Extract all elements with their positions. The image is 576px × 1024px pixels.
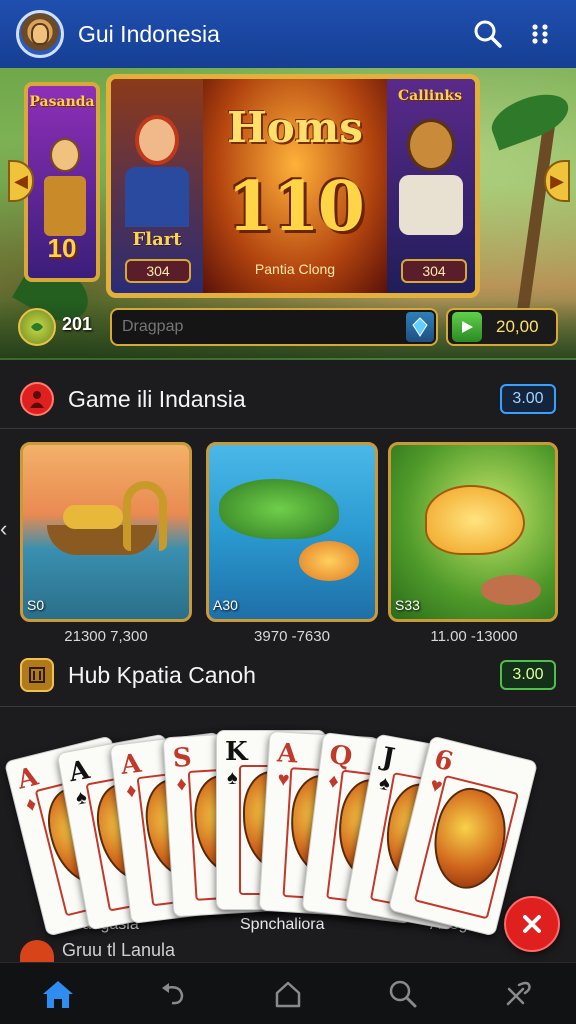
hero-title: Homs [227, 103, 363, 152]
game-tag: S33 [395, 597, 420, 613]
app-header: Gui Indonesia [0, 0, 576, 68]
orange-fish-icon [299, 541, 359, 581]
card-rank: Q [327, 740, 354, 773]
section-badge: 3.00 [500, 660, 556, 690]
card-suit-icon: ♠ [227, 767, 238, 789]
tiger-character-icon [407, 119, 455, 171]
nav-search[interactable] [375, 970, 431, 1018]
banner-next-button[interactable]: ▶ [544, 160, 570, 202]
card-suit-icon: ♦ [124, 779, 138, 803]
rock-icon [481, 575, 541, 605]
section-header-games[interactable]: Game ili Indansia 3.00 [0, 370, 576, 428]
home-icon [42, 980, 73, 1008]
character-body [44, 176, 86, 236]
green-fish-icon [219, 479, 339, 539]
gold-horn-icon [123, 481, 167, 551]
left-card-title: Pasanda [29, 94, 95, 110]
tools-icon [507, 981, 532, 1005]
card-rank: 6 [431, 744, 457, 778]
house-icon [275, 981, 301, 1007]
card-rank: S [172, 742, 193, 774]
coin-balance: 201 [62, 314, 93, 334]
divider [0, 706, 576, 707]
game-card-3[interactable]: S33 [388, 442, 558, 622]
section-title: Hub Kpatia Canoh [68, 661, 256, 688]
more-icon [532, 24, 548, 44]
search-icon [389, 980, 417, 1007]
card-rank: A [14, 761, 42, 796]
hero-left-pill: 304 [125, 259, 191, 283]
game-tag: S0 [27, 597, 45, 613]
search-button[interactable] [468, 14, 508, 54]
hero-right-pill: 304 [401, 259, 467, 283]
close-fab-button[interactable] [504, 896, 560, 952]
next-section-title: Gruu tl Lanula [62, 940, 176, 960]
section-header-cards[interactable]: Hub Kpatia Canoh 3.00 [0, 646, 576, 704]
card-rank: J [379, 742, 398, 774]
card-suit-icon: ♥ [276, 768, 291, 792]
nav-tools[interactable] [490, 970, 546, 1018]
card-rank: A [276, 738, 299, 770]
right-card-title: Callinks [398, 88, 462, 104]
temple-icon [20, 658, 54, 692]
gem-button[interactable] [406, 312, 434, 342]
person-icon [20, 382, 54, 416]
game-range: 3970 -7630 [254, 628, 330, 645]
play-balance-box[interactable]: 20,00 [446, 308, 558, 346]
game-range: 11.00 -13000 [430, 628, 518, 645]
more-button[interactable] [520, 14, 560, 54]
hero-left-label: Flart [132, 229, 182, 250]
nav-house[interactable] [260, 970, 316, 1018]
character-body [399, 175, 463, 235]
banner-search-box[interactable] [110, 308, 438, 346]
nav-back[interactable] [145, 970, 201, 1018]
character-body [125, 167, 189, 227]
card-caption: Spnchaliora [240, 916, 325, 933]
play-balance-value: 20,00 [496, 317, 539, 336]
gold-fish-icon [425, 485, 525, 555]
chevron-left-icon: ◀ [14, 170, 28, 191]
gold-coins-icon [63, 505, 123, 529]
bottom-navigation [0, 962, 576, 1024]
palm-leaf [485, 85, 575, 151]
left-promo-card[interactable]: Pasanda 10 [24, 82, 100, 282]
back-icon [161, 982, 184, 1004]
play-icon [452, 312, 482, 342]
card-rank: A [66, 755, 92, 789]
card-rank: K [225, 737, 248, 767]
game-card-1[interactable]: S0 [20, 442, 192, 622]
hero-subtitle: Pantia Clong [254, 261, 336, 277]
close-icon [523, 915, 541, 933]
section-badge: 3.00 [500, 384, 556, 414]
app-logo[interactable] [16, 10, 64, 58]
card-suit-icon: ♦ [175, 773, 188, 796]
hero-number: 110 [227, 167, 365, 247]
nav-home[interactable] [30, 970, 86, 1018]
chevron-right-icon: ▶ [550, 170, 564, 191]
logo-face-icon [31, 23, 49, 45]
section-title: Game ili Indansia [68, 385, 246, 412]
app-title: Gui Indonesia [78, 20, 220, 47]
search-icon [474, 20, 502, 48]
game-card-2[interactable]: A30 [206, 442, 378, 622]
character-icon [50, 138, 80, 172]
card-rank: A [119, 748, 143, 782]
card-suit-icon: ♦ [327, 770, 340, 794]
banner-search-input[interactable] [122, 318, 402, 336]
game-tag: A30 [213, 597, 238, 613]
left-card-number: 10 [47, 233, 77, 263]
chevron-left-icon[interactable]: ‹ [0, 516, 7, 542]
redhead-character-icon [135, 115, 179, 165]
gem-icon [412, 317, 428, 337]
divider [0, 428, 576, 429]
coin-icon [18, 308, 56, 346]
game-range: 21300 7,300 [64, 628, 148, 645]
